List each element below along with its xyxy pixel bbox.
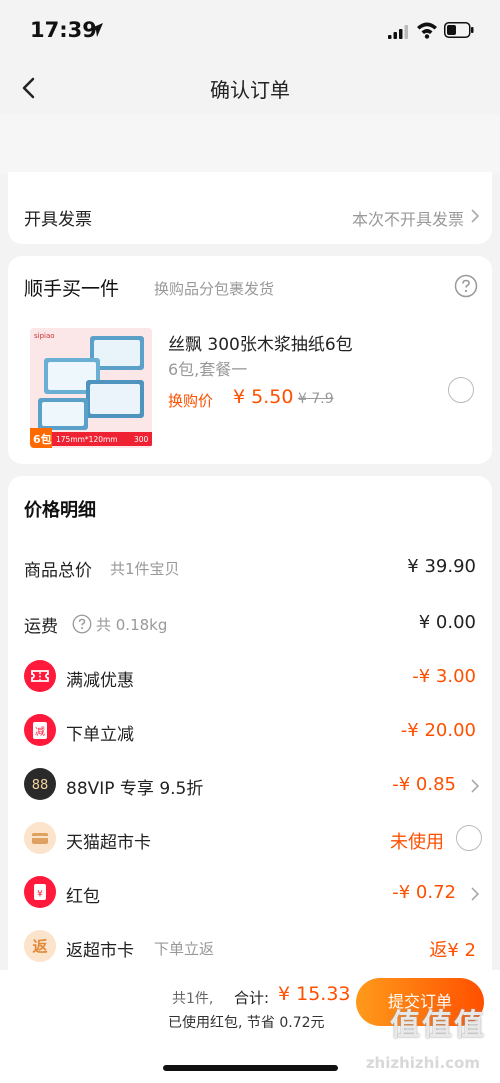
total-amount: ¥ 15.33 <box>278 983 351 1005</box>
price-details-card: 价格明细 商品总价 共1件宝贝 ¥ 39.90 运费 共 0.18kg ¥ 0.… <box>8 476 492 970</box>
chevron-right-icon <box>470 778 480 798</box>
row-amount: -¥ 20.00 <box>400 720 476 741</box>
cashback-icon: 返 <box>24 930 56 962</box>
row-amount: -¥ 0.85 <box>392 774 456 795</box>
battery-icon <box>444 22 474 42</box>
icon-text: 返 <box>32 938 47 956</box>
product-name: 丝飘 300张木浆抽纸6包 <box>168 335 353 355</box>
icon-text: 88 <box>32 778 49 793</box>
row-amount: 返¥ 2 <box>429 940 476 961</box>
row-label: 88VIP 专享 9.5折 <box>66 779 204 799</box>
cell-signal-icon <box>388 24 408 43</box>
price-row-goods-total: 商品总价 共1件宝贝 ¥ 39.90 <box>8 550 492 584</box>
addon-title: 顺手买一件 <box>24 278 120 300</box>
price-row-supermarket-card[interactable]: 天猫超市卡 未使用 <box>8 822 492 856</box>
location-arrow-icon <box>88 22 104 42</box>
price-row-full-discount: 满减优惠 -¥ 3.00 <box>8 660 492 694</box>
header-fade <box>0 114 500 174</box>
discount-badge-icon: 减 <box>24 714 56 746</box>
row-label: 运费 <box>24 617 58 637</box>
row-label: 红包 <box>66 887 100 907</box>
row-label: 满减优惠 <box>66 671 134 691</box>
page-title: 确认订单 <box>210 78 290 102</box>
row-label: 返超市卡 <box>66 941 134 961</box>
watermark-url: zhizhizhi.com <box>365 1054 480 1072</box>
watermark: 值值值 zhizhizhi.com <box>354 1000 494 1080</box>
product-price: ¥ 5.50 <box>233 386 294 408</box>
home-indicator <box>163 1065 338 1071</box>
product-price-tag: 换购价 <box>168 392 214 410</box>
row-label: 天猫超市卡 <box>66 833 151 853</box>
product-image[interactable]: sipiao 6包 175mm*120mm 300 <box>30 328 152 448</box>
savings-text: 已使用红包, 节省 0.72元 <box>168 1015 325 1031</box>
row-amount: ¥ 39.90 <box>407 556 476 577</box>
price-row-88vip[interactable]: 88 88VIP 专享 9.5折 -¥ 0.85 <box>8 768 492 802</box>
price-row-shipping: 运费 共 0.18kg ¥ 0.00 <box>8 606 492 640</box>
help-icon[interactable] <box>72 614 92 638</box>
red-packet-icon: ¥ <box>24 876 56 908</box>
row-amount: -¥ 0.72 <box>392 882 456 903</box>
chevron-right-icon <box>470 886 480 906</box>
product-spec: 6包,套餐一 <box>168 360 248 379</box>
image-brand-text: sipiao <box>34 332 55 340</box>
row-label: 商品总价 <box>24 561 92 581</box>
addon-select-radio[interactable] <box>448 377 474 403</box>
invoice-value: 本次不开具发票 <box>351 210 464 229</box>
price-details-title: 价格明细 <box>24 500 96 521</box>
row-note: 共1件宝贝 <box>110 560 180 578</box>
invoice-label: 开具发票 <box>24 210 92 230</box>
row-amount: -¥ 3.00 <box>412 666 476 687</box>
row-note: 下单立返 <box>154 940 215 958</box>
icon-text: ¥ <box>37 890 43 900</box>
product-original-price: ¥ 7.9 <box>298 391 334 407</box>
addon-subtitle: 换购品分包裹发货 <box>154 280 275 298</box>
icon-text: 减 <box>35 726 45 738</box>
status-bar: 17:39 <box>0 0 500 62</box>
addon-purchase-card: 顺手买一件 换购品分包裹发货 sipiao 6包 175mm*120mm 300… <box>8 256 492 464</box>
ticket-icon <box>24 660 56 692</box>
wifi-icon <box>416 21 438 43</box>
row-amount: 未使用 <box>390 832 444 853</box>
watermark-logo: 值值值 <box>390 1008 486 1043</box>
image-count-text: 6包 <box>33 432 52 446</box>
price-row-cashback-card: 返 返超市卡 下单立返 返¥ 2 <box>8 930 492 964</box>
status-time: 17:39 <box>30 18 97 42</box>
price-row-order-discount: 减 下单立减 -¥ 20.00 <box>8 714 492 748</box>
chevron-right-icon <box>470 208 480 228</box>
help-icon[interactable] <box>454 274 478 302</box>
88vip-icon: 88 <box>24 768 56 800</box>
invoice-row[interactable]: 开具发票 本次不开具发票 <box>8 172 492 244</box>
total-label: 合计: <box>234 989 270 1007</box>
supermarket-card-radio[interactable] <box>456 825 482 851</box>
row-amount: ¥ 0.00 <box>418 612 476 633</box>
price-row-red-packet[interactable]: ¥ 红包 -¥ 0.72 <box>8 876 492 910</box>
card-icon <box>24 822 56 854</box>
nav-bar: 确认订单 <box>0 62 500 114</box>
image-size-text: 175mm*120mm <box>56 435 118 444</box>
item-count: 共1件, <box>172 991 214 1007</box>
row-note: 共 0.18kg <box>96 616 168 634</box>
image-sheets-text: 300 <box>134 435 149 444</box>
row-label: 下单立减 <box>66 725 134 745</box>
